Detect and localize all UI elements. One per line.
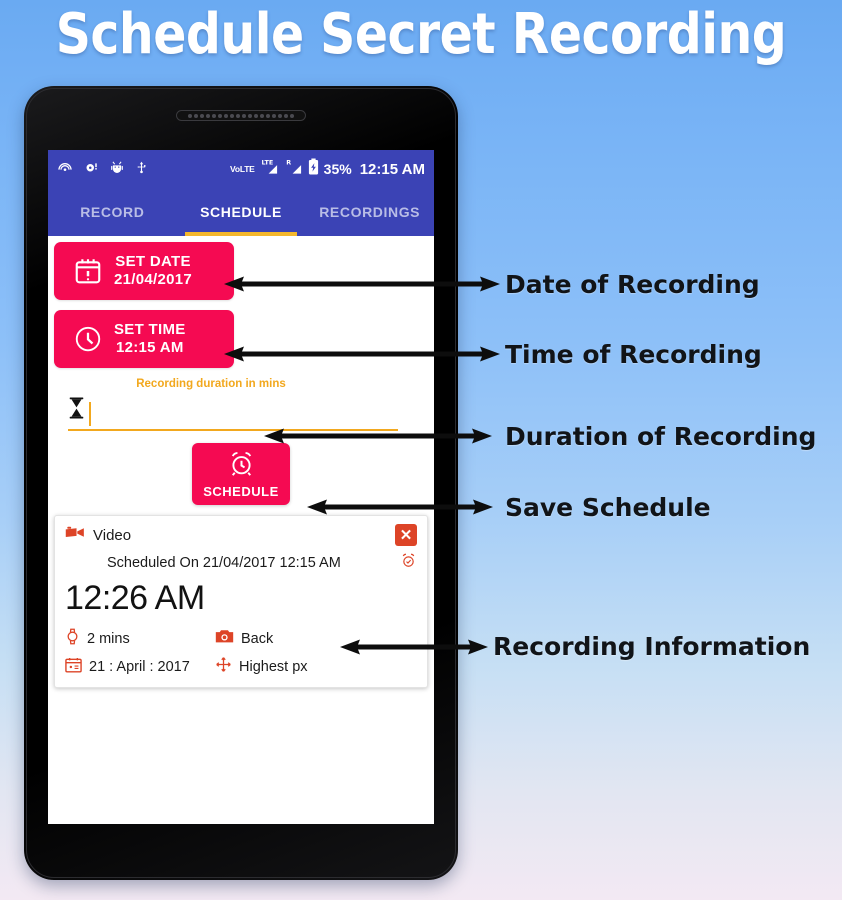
svg-text:LTE: LTE [261, 158, 273, 166]
annotation-label-duration: Duration of Recording [505, 422, 817, 451]
resolution-move-icon [215, 656, 232, 677]
annotation-label-save: Save Schedule [505, 493, 711, 522]
text-cursor [89, 402, 91, 426]
set-time-text: SET TIME 12:15 AM [114, 321, 186, 357]
set-time-label: SET TIME [114, 321, 186, 339]
scheduled-on-text: Scheduled On 21/04/2017 12:15 AM [107, 555, 341, 571]
schedule-save-label: SCHEDULE [203, 483, 279, 499]
annotation-label-info: Recording Information [493, 632, 811, 661]
card-type-label: Video [93, 526, 132, 544]
video-camera-icon [65, 525, 85, 545]
schedule-save-button[interactable]: SCHEDULE [192, 443, 290, 505]
tab-recordings-label: RECORDINGS [319, 204, 421, 220]
card-header-row: Video ✕ [65, 524, 417, 546]
battery-percent: 35% [323, 161, 352, 177]
phone-screen: VoLTE LTE R 35% 12:15 AM RECORD SCHEDULE… [48, 150, 434, 824]
calendar-alert-icon [68, 256, 108, 286]
tab-record-label: RECORD [80, 204, 145, 220]
tab-record[interactable]: RECORD [48, 188, 177, 236]
lte-signal-icon: LTE [260, 158, 280, 180]
set-time-button[interactable]: SET TIME 12:15 AM [54, 310, 234, 368]
annotation-label-date: Date of Recording [505, 270, 760, 299]
cast-icon [57, 159, 73, 180]
svg-text:R: R [286, 158, 291, 166]
annotation-arrow-info [340, 639, 488, 655]
status-bar-right-icons: VoLTE LTE R 35% 12:15 AM [230, 158, 425, 180]
set-time-value: 12:15 AM [115, 339, 184, 356]
alarm-clock-icon [228, 450, 255, 482]
detail-date-text: 21 : April : 2017 [89, 658, 190, 675]
set-date-value: 21/04/2017 [114, 271, 193, 288]
status-bar-clock: 12:15 AM [359, 160, 425, 178]
hourglass-icon [68, 397, 85, 429]
tab-schedule[interactable]: SCHEDULE [177, 188, 306, 236]
volte-label: VoLTE [230, 164, 255, 174]
battery-charging-icon [308, 158, 319, 180]
card-scheduled-row: Scheduled On 21/04/2017 12:15 AM [65, 552, 417, 574]
calendar-date-icon [65, 657, 82, 677]
set-date-label: SET DATE [115, 253, 191, 271]
detail-date: 21 : April : 2017 [65, 656, 215, 677]
tab-bar: RECORD SCHEDULE RECORDINGS [48, 188, 434, 236]
detail-resolution-text: Highest px [239, 658, 308, 675]
detail-resolution: Highest px [215, 656, 417, 677]
phone-mockup: VoLTE LTE R 35% 12:15 AM RECORD SCHEDULE… [24, 86, 458, 880]
watch-icon [65, 628, 80, 649]
tab-schedule-label: SCHEDULE [200, 204, 282, 220]
detail-camera-text: Back [241, 630, 274, 647]
annotation-label-time: Time of Recording [505, 340, 762, 369]
camera-icon [215, 629, 234, 648]
roaming-signal-icon: R [285, 158, 303, 180]
schedule-panel: SET DATE 21/04/2017 SET TIME 12:15 AM Re… [48, 236, 434, 824]
set-date-button[interactable]: SET DATE 21/04/2017 [54, 242, 234, 300]
card-big-time: 12:26 AM [65, 579, 205, 617]
set-date-text: SET DATE 21/04/2017 [114, 253, 192, 289]
android-debug-icon [110, 159, 124, 179]
page-title: Schedule Secret Recording [55, 2, 787, 67]
alarm-icon [84, 159, 99, 179]
clock-icon [68, 324, 108, 354]
earpiece-speaker-icon [176, 110, 306, 121]
annotation-arrow-date [224, 276, 500, 292]
status-bar: VoLTE LTE R 35% 12:15 AM [48, 150, 434, 188]
annotation-arrow-time [224, 346, 500, 362]
status-bar-left-icons [57, 159, 148, 180]
duration-label: Recording duration in mins [136, 378, 286, 390]
detail-duration: 2 mins [65, 628, 215, 649]
detail-duration-text: 2 mins [87, 630, 130, 647]
annotation-arrow-save [307, 499, 493, 515]
tab-recordings[interactable]: RECORDINGS [305, 188, 434, 236]
close-icon[interactable]: ✕ [395, 524, 417, 546]
scheduled-recording-card[interactable]: Video ✕ Scheduled On 21/04/2017 12:15 AM [54, 515, 428, 688]
alarm-check-icon [400, 552, 417, 574]
annotation-arrow-duration [264, 428, 492, 444]
usb-icon [135, 159, 148, 180]
